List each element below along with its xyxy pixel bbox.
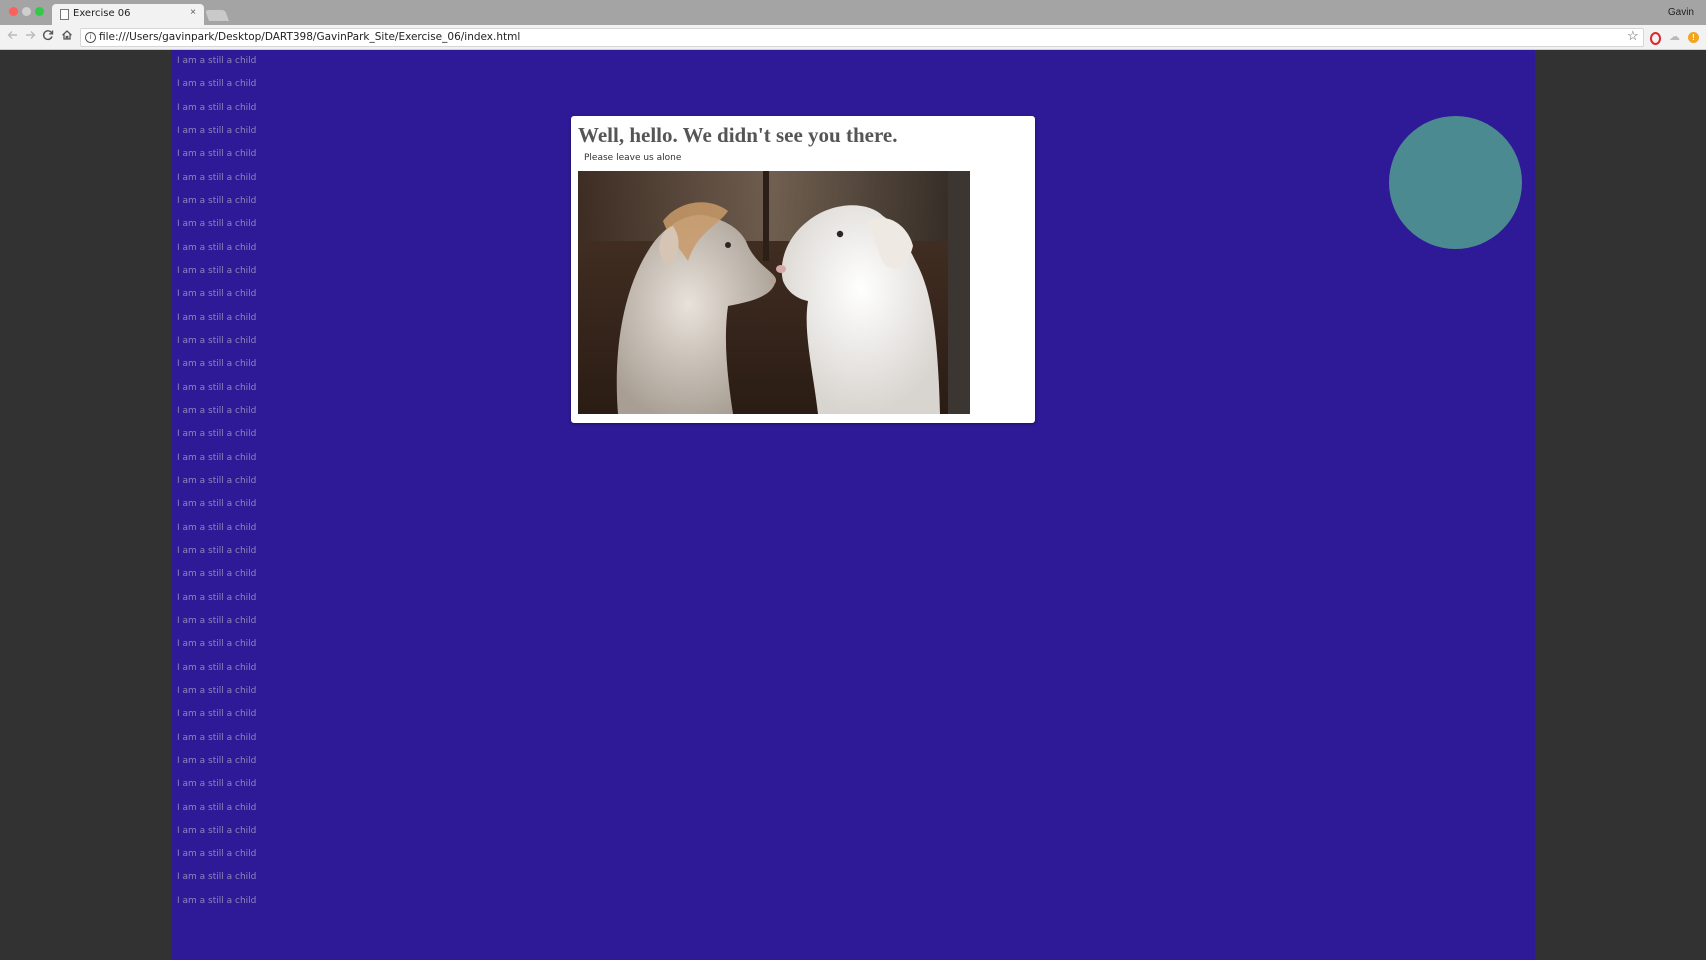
child-text-item: I am a still a child: [177, 429, 257, 440]
window-maximize-button[interactable]: [35, 7, 44, 16]
child-text-item: I am a still a child: [177, 195, 257, 206]
tab-title: Exercise 06: [73, 8, 131, 19]
goats-image: [578, 171, 970, 414]
child-text-item: I am a still a child: [177, 475, 257, 486]
child-text-item: I am a still a child: [177, 639, 257, 650]
child-text-item: I am a still a child: [177, 685, 257, 696]
card-title: Well, hello. We didn't see you there.: [578, 123, 898, 147]
profile-name[interactable]: Gavin: [1668, 7, 1694, 18]
child-text-item: I am a still a child: [177, 709, 257, 720]
child-text-item: I am a still a child: [177, 452, 257, 463]
address-url[interactable]: file:///Users/gavinpark/Desktop/DART398/…: [99, 31, 520, 43]
alert-extension-icon[interactable]: !: [1688, 32, 1699, 43]
reload-icon[interactable]: [42, 29, 54, 44]
child-text-item: I am a still a child: [177, 522, 257, 533]
child-text-item: I am a still a child: [177, 825, 257, 836]
child-text-item: I am a still a child: [177, 849, 257, 860]
tab-close-icon[interactable]: ×: [190, 7, 196, 18]
window-minimize-button[interactable]: [22, 7, 31, 16]
child-text-item: I am a still a child: [177, 172, 257, 183]
child-text-item: I am a still a child: [177, 569, 257, 580]
address-bar[interactable]: i file:///Users/gavinpark/Desktop/DART39…: [80, 28, 1644, 47]
child-text-item: I am a still a child: [177, 102, 257, 113]
browser-titlebar: Exercise 06 × Gavin: [0, 0, 1706, 25]
child-text-item: I am a still a child: [177, 219, 257, 230]
child-text-list: I am a still a child I am a still a child…: [177, 54, 256, 917]
child-text-item: I am a still a child: [177, 779, 257, 790]
window-close-button[interactable]: [9, 7, 18, 16]
greeting-card: Well, hello. We didn't see you there. Pl…: [571, 116, 1035, 423]
browser-toolbar: i file:///Users/gavinpark/Desktop/DART39…: [0, 25, 1706, 50]
child-text-item: I am a still a child: [177, 56, 257, 66]
info-icon[interactable]: i: [85, 32, 96, 43]
child-text-item: I am a still a child: [177, 125, 257, 136]
child-text-item: I am a still a child: [177, 242, 257, 253]
bookmark-star-icon[interactable]: ☆: [1627, 29, 1639, 43]
child-text-item: I am a still a child: [177, 662, 257, 673]
document-icon: [60, 9, 69, 20]
child-text-item: I am a still a child: [177, 149, 257, 160]
child-text-item: I am a still a child: [177, 359, 257, 370]
child-text-item: I am a still a child: [177, 79, 257, 90]
child-text-item: I am a still a child: [177, 802, 257, 813]
child-text-item: I am a still a child: [177, 545, 257, 556]
child-text-item: I am a still a child: [177, 312, 257, 323]
child-text-item: I am a still a child: [177, 265, 257, 276]
child-text-item: I am a still a child: [177, 615, 257, 626]
child-text-item: I am a still a child: [177, 335, 257, 346]
home-icon[interactable]: [61, 29, 73, 44]
browser-tab[interactable]: Exercise 06 ×: [52, 4, 204, 25]
child-text-item: I am a still a child: [177, 592, 257, 603]
cloud-extension-icon[interactable]: ☁: [1669, 30, 1680, 44]
child-text-item: I am a still a child: [177, 405, 257, 416]
opera-extension-icon[interactable]: [1650, 32, 1661, 45]
child-text-item: I am a still a child: [177, 732, 257, 743]
new-tab-button[interactable]: [204, 10, 230, 21]
teal-circle: [1389, 116, 1522, 249]
card-subtitle: Please leave us alone: [584, 153, 682, 163]
child-text-item: I am a still a child: [177, 382, 257, 393]
page-viewport: I am a still a child I am a still a child…: [0, 50, 1706, 960]
child-text-item: I am a still a child: [177, 499, 257, 510]
forward-icon[interactable]: [24, 29, 36, 44]
child-text-item: I am a still a child: [177, 872, 257, 883]
child-text-item: I am a still a child: [177, 895, 257, 906]
child-text-item: I am a still a child: [177, 289, 257, 300]
child-text-item: I am a still a child: [177, 755, 257, 766]
back-icon[interactable]: [7, 29, 19, 44]
page-body: I am a still a child I am a still a child…: [171, 50, 1535, 960]
